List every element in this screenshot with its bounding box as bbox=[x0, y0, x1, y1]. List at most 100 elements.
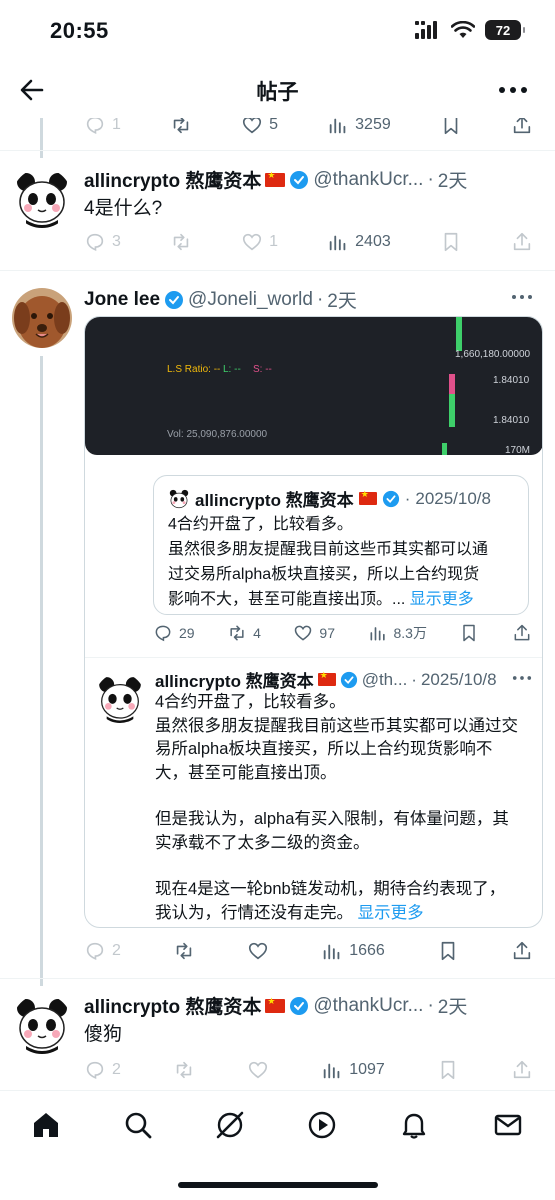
show-more-link[interactable]: 显示更多 bbox=[410, 591, 474, 608]
share-button[interactable] bbox=[512, 623, 532, 643]
retweet-icon bbox=[176, 942, 192, 960]
chart-ls-ratio: L.S Ratio: -- bbox=[167, 364, 221, 375]
tweet-header: allincrypto 熬鹰资本 @thankUcr... · 2天 bbox=[84, 166, 533, 193]
views-count: 2403 bbox=[355, 233, 391, 250]
bookmark-button[interactable] bbox=[437, 1059, 459, 1081]
embed-action-bar: 29 4 97 8.3万 bbox=[153, 621, 532, 645]
views-count: 3259 bbox=[355, 116, 391, 133]
messages-envelope-icon[interactable] bbox=[492, 1109, 524, 1141]
retweet-button[interactable] bbox=[170, 231, 192, 253]
timestamp[interactable]: 2天 bbox=[327, 286, 357, 313]
nested-line: 大，甚至可能直接出顶。 bbox=[155, 763, 337, 782]
views-button[interactable]: 8.3万 bbox=[368, 623, 427, 643]
timestamp[interactable]: 2025/10/8 bbox=[421, 670, 497, 690]
timestamp[interactable]: 2天 bbox=[438, 992, 468, 1019]
heart-icon bbox=[249, 1061, 268, 1079]
chart-l-label: L: -- bbox=[223, 364, 241, 375]
reply-icon bbox=[155, 625, 171, 642]
nested-line: 4合约开盘了，比较看多。 bbox=[155, 693, 346, 711]
more-options-icon[interactable] bbox=[497, 76, 529, 104]
retweet-button[interactable]: 4 bbox=[227, 623, 261, 643]
views-count: 1097 bbox=[349, 1061, 385, 1078]
notifications-bell-icon[interactable] bbox=[398, 1109, 430, 1141]
bookmark-icon bbox=[463, 624, 476, 642]
video-play-icon[interactable] bbox=[306, 1109, 338, 1141]
nested-text: 4合约开盘了，比较看多。 虽然很多朋友提醒我目前这些币其实都可以通过交 易所al… bbox=[155, 691, 534, 925]
bookmark-button[interactable] bbox=[440, 231, 462, 253]
action-bar: 2 1666 bbox=[84, 939, 533, 963]
like-button[interactable]: 97 bbox=[293, 623, 335, 643]
quote-display-name: allincrypto 熬鹰资本 bbox=[195, 491, 354, 510]
avatar[interactable] bbox=[12, 994, 72, 1054]
share-button[interactable] bbox=[511, 940, 533, 962]
bookmark-icon bbox=[444, 232, 458, 252]
like-button[interactable] bbox=[247, 940, 269, 962]
avatar[interactable] bbox=[12, 168, 72, 228]
handle[interactable]: @thankUcr... bbox=[313, 169, 423, 191]
chart-value: 1.84010 bbox=[493, 375, 530, 386]
thread-line bbox=[40, 118, 43, 158]
retweet-button[interactable] bbox=[173, 940, 195, 962]
handle[interactable]: @th... bbox=[362, 670, 408, 690]
reply-count: 1 bbox=[112, 116, 121, 133]
divider bbox=[0, 270, 555, 271]
tweet[interactable]: allincrypto 熬鹰资本 @thankUcr... · 2天 4是什么?… bbox=[0, 160, 555, 272]
reply-button[interactable]: 29 bbox=[153, 623, 195, 643]
avatar[interactable] bbox=[95, 673, 145, 723]
action-bar: 3 1 2403 bbox=[84, 230, 533, 254]
chart-volume-axis: 170M bbox=[505, 445, 531, 455]
display-name[interactable]: allincrypto 熬鹰资本 bbox=[84, 166, 261, 193]
views-button[interactable]: 2403 bbox=[327, 231, 391, 253]
tweet-header: Jone lee @Joneli_world · 2天 bbox=[84, 286, 533, 313]
views-button[interactable]: 1666 bbox=[321, 940, 385, 962]
quote-line-text: 影响不大，甚至可能直接出顶。... bbox=[168, 591, 406, 608]
tweet[interactable]: allincrypto 熬鹰资本 @thankUcr... · 2天 傻狗 2 … bbox=[0, 986, 555, 1086]
tweet-more-icon[interactable] bbox=[512, 675, 532, 681]
chart-volume: Vol: 25,090,876.00000 bbox=[167, 429, 268, 440]
reply-button[interactable]: 3 bbox=[84, 231, 121, 253]
panda-avatar-icon bbox=[12, 168, 72, 228]
action-bar: 2 1097 bbox=[84, 1058, 533, 1082]
quote-header: allincrypto 熬鹰资本 · 2025/10/8 bbox=[168, 486, 491, 511]
views-count: 1666 bbox=[349, 942, 385, 959]
quoted-tweet[interactable]: allincrypto 熬鹰资本 · 2025/10/8 4合约开盘了，比较看多… bbox=[153, 475, 529, 615]
display-name[interactable]: allincrypto 熬鹰资本 bbox=[155, 667, 314, 692]
display-name[interactable]: Jone lee bbox=[84, 289, 160, 311]
grok-icon[interactable] bbox=[214, 1109, 246, 1141]
china-flag-icon bbox=[358, 489, 377, 505]
share-button[interactable] bbox=[511, 1059, 533, 1081]
reply-button[interactable]: 2 bbox=[84, 940, 121, 962]
reply-count: 29 bbox=[179, 625, 195, 641]
timestamp[interactable]: 2天 bbox=[438, 166, 468, 193]
display-name[interactable]: allincrypto 熬鹰资本 bbox=[84, 992, 261, 1019]
reply-count: 2 bbox=[112, 942, 121, 959]
china-flag-icon bbox=[317, 670, 336, 686]
chart-candle bbox=[456, 317, 462, 351]
show-more-link[interactable]: 显示更多 bbox=[358, 904, 424, 922]
verified-badge-icon bbox=[290, 996, 309, 1015]
retweet-button[interactable] bbox=[173, 1059, 195, 1081]
nested-line: 虽然很多朋友提醒我目前这些币其实都可以通过交 bbox=[155, 716, 518, 735]
search-icon[interactable] bbox=[122, 1109, 154, 1141]
quote-timestamp: 2025/10/8 bbox=[415, 488, 491, 508]
panda-avatar-icon bbox=[12, 994, 72, 1054]
nested-line-text: 我认为，行情还没有走完。 bbox=[155, 903, 353, 922]
embedded-card[interactable]: 1,660,180.00000 L.S Ratio: -- L: -- S: -… bbox=[84, 316, 543, 928]
quote-line: 4合约开盘了，比较看多。 bbox=[168, 516, 353, 533]
nested-line: 实承载不了太多二级的资金。 bbox=[155, 833, 370, 852]
share-icon bbox=[514, 624, 530, 641]
reply-button[interactable]: 2 bbox=[84, 1059, 121, 1081]
tweet-more-icon[interactable] bbox=[511, 294, 533, 300]
handle[interactable]: @Joneli_world bbox=[188, 289, 313, 311]
views-icon bbox=[323, 1063, 340, 1079]
like-button[interactable]: 1 bbox=[241, 231, 278, 253]
views-button[interactable]: 1097 bbox=[321, 1059, 385, 1081]
avatar[interactable] bbox=[12, 288, 72, 348]
signal-icon bbox=[415, 21, 437, 39]
handle[interactable]: @thankUcr... bbox=[313, 995, 423, 1017]
share-button[interactable] bbox=[511, 231, 533, 253]
bookmark-button[interactable] bbox=[459, 623, 479, 643]
home-icon[interactable] bbox=[30, 1109, 62, 1141]
bookmark-button[interactable] bbox=[437, 940, 459, 962]
like-button[interactable] bbox=[247, 1059, 269, 1081]
